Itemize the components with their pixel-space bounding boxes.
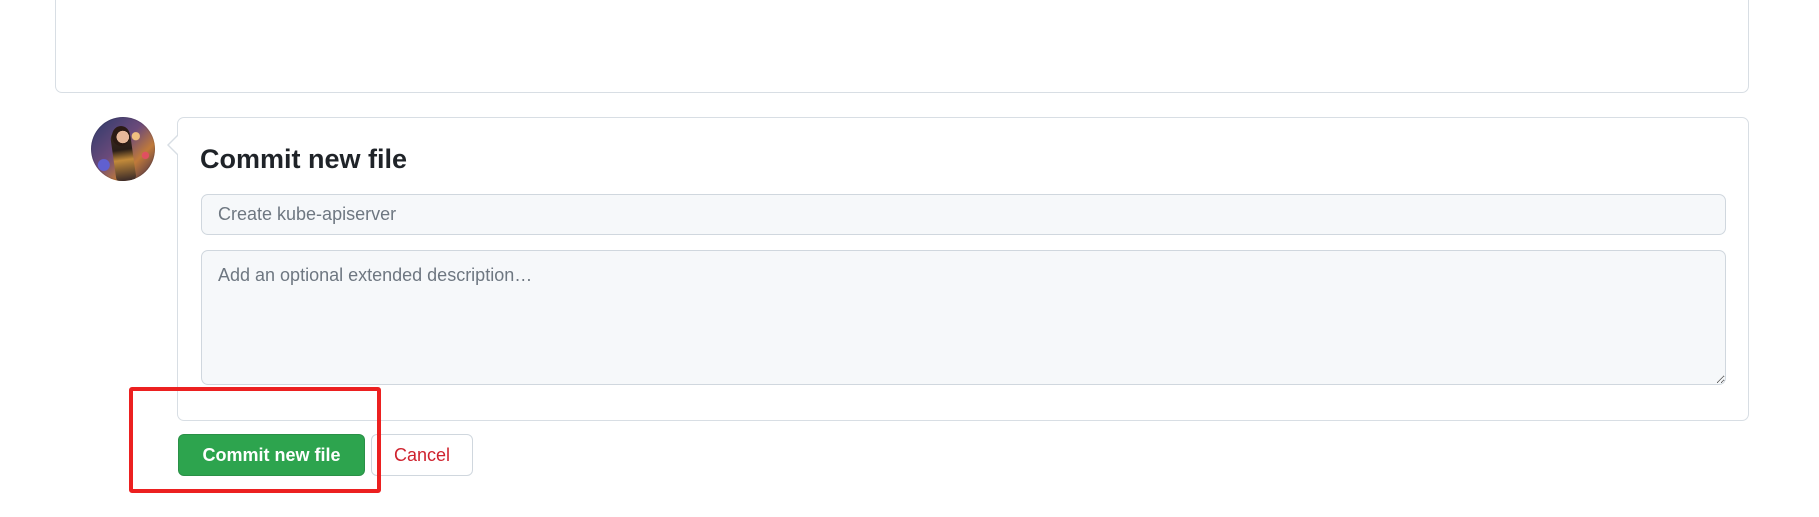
file-editor-panel: [55, 0, 1749, 93]
commit-page: Commit new file Commit new file Cancel: [0, 0, 1819, 517]
commit-new-file-button[interactable]: Commit new file: [178, 434, 365, 476]
user-avatar[interactable]: [91, 117, 155, 181]
avatar-head: [112, 126, 130, 146]
commit-heading: Commit new file: [200, 144, 408, 174]
commit-description-textarea[interactable]: [201, 250, 1726, 385]
commit-summary-input[interactable]: [201, 194, 1726, 235]
commit-box-pointer-fill: [169, 136, 178, 154]
cancel-button[interactable]: Cancel: [371, 434, 473, 476]
